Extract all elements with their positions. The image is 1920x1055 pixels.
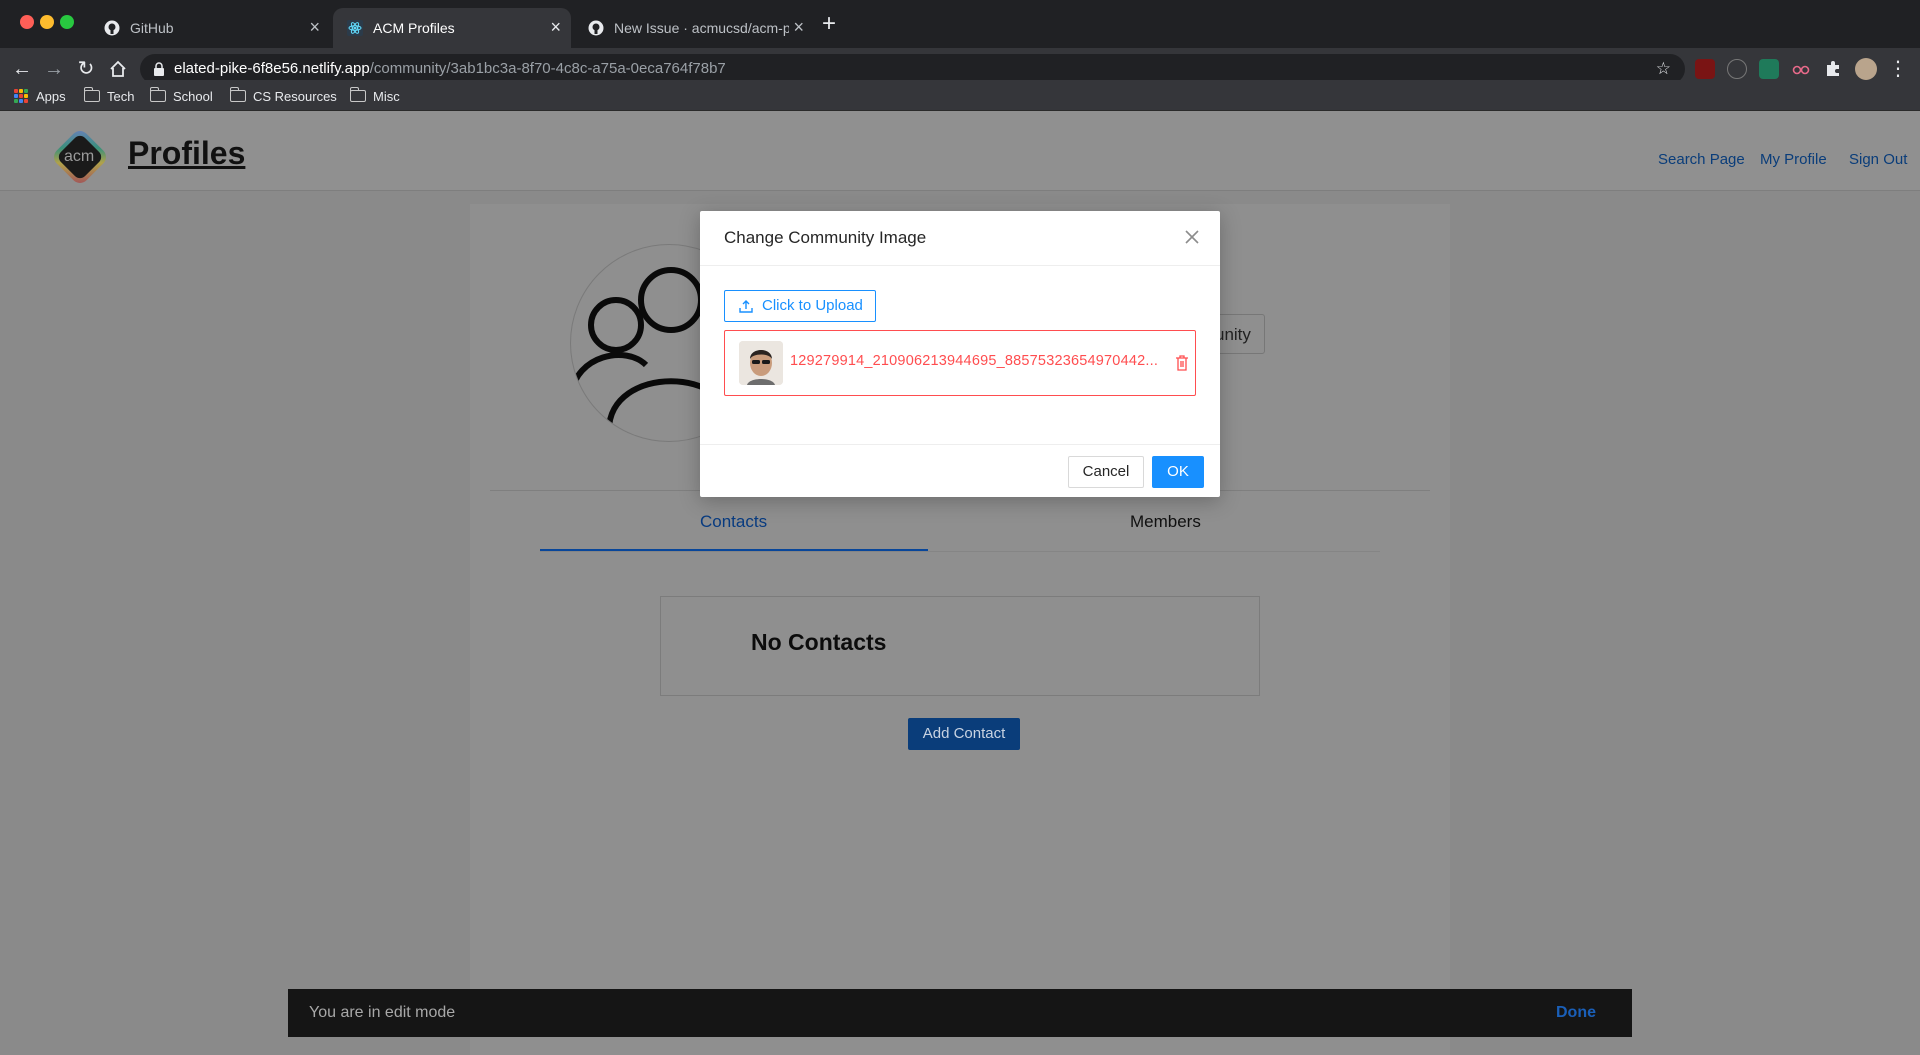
- community-action-label: unity: [1215, 325, 1251, 344]
- home-icon[interactable]: [106, 57, 130, 81]
- logo-text: acm: [64, 148, 95, 165]
- minimize-window-button[interactable]: [40, 15, 54, 29]
- bookmark-school[interactable]: School: [149, 86, 213, 106]
- edit-mode-message: You are in edit mode: [309, 1004, 456, 1021]
- bookmarks-bar: Apps Tech School CS Resources Misc: [0, 80, 1920, 111]
- folder-icon: [229, 87, 246, 102]
- folder-icon: [83, 87, 100, 102]
- bookmark-cs-resources[interactable]: CS Resources: [229, 86, 337, 106]
- info-extension-icon[interactable]: [1727, 59, 1747, 79]
- file-thumbnail[interactable]: [739, 341, 783, 385]
- url-host: elated-pike-6f8e56.netlify.app: [174, 60, 370, 77]
- bookmark-label: School: [173, 88, 213, 104]
- bookmark-label: Apps: [36, 88, 66, 104]
- s-extension-icon[interactable]: [1759, 59, 1779, 79]
- upload-icon: [739, 300, 753, 313]
- nav-search-page[interactable]: Search Page: [1658, 151, 1745, 168]
- browser-tab-strip: GitHub × ACM Profiles × New Issue · acmu…: [0, 0, 1920, 48]
- back-icon[interactable]: ←: [10, 57, 34, 81]
- modal-header: Change Community Image: [700, 211, 1220, 266]
- ok-button[interactable]: OK: [1152, 456, 1204, 488]
- uploaded-file-item: 129279914_210906213944695_88575323654970…: [724, 330, 1196, 396]
- folder-icon: [149, 87, 166, 102]
- tab-title: ACM Profiles: [373, 20, 455, 36]
- bookmark-apps[interactable]: Apps: [14, 86, 66, 106]
- url-path: /community/3ab1bc3a-8f70-4c8c-a75a-0eca7…: [369, 60, 726, 77]
- glasses-extension-icon[interactable]: [1791, 59, 1811, 79]
- site-header: acm Profiles Search Page My Profile Sign…: [0, 111, 1920, 191]
- active-tab-indicator: [540, 549, 928, 551]
- forward-icon[interactable]: →: [42, 57, 66, 81]
- lock-icon: [154, 62, 164, 76]
- click-to-upload-button[interactable]: Click to Upload: [724, 290, 876, 322]
- browser-tab-new-issue[interactable]: New Issue · acmucsd/acm-prof ×: [574, 8, 814, 48]
- maximize-window-button[interactable]: [60, 15, 74, 29]
- modal-footer: Cancel OK: [700, 444, 1220, 497]
- puzzle-extensions-icon[interactable]: [1823, 59, 1843, 79]
- ublock-extension-icon[interactable]: [1695, 59, 1715, 79]
- delete-icon[interactable]: [1175, 355, 1189, 371]
- bookmark-label: CS Resources: [253, 88, 337, 104]
- tab-title: New Issue · acmucsd/acm-prof: [614, 20, 789, 36]
- apps-grid-icon: [14, 89, 28, 103]
- new-tab-icon[interactable]: +: [822, 12, 836, 36]
- github-icon: [588, 20, 604, 36]
- tab-contacts[interactable]: Contacts: [700, 512, 767, 532]
- upload-label: Click to Upload: [762, 297, 863, 314]
- cancel-button[interactable]: Cancel: [1068, 456, 1144, 488]
- browser-tab-acm-profiles[interactable]: ACM Profiles ×: [333, 8, 571, 48]
- done-button[interactable]: Done: [1556, 1004, 1596, 1022]
- change-image-modal: Change Community Image Click to Upload 1…: [700, 211, 1220, 497]
- modal-title: Change Community Image: [724, 228, 927, 247]
- bookmark-label: Tech: [107, 88, 135, 104]
- react-icon: [347, 20, 363, 36]
- tab-members[interactable]: Members: [1130, 512, 1201, 532]
- close-window-button[interactable]: [20, 15, 34, 29]
- close-icon[interactable]: [1184, 229, 1200, 245]
- file-name[interactable]: 129279914_210906213944695_88575323654970…: [790, 353, 1175, 369]
- browser-tab-github[interactable]: GitHub ×: [90, 8, 330, 48]
- reload-icon[interactable]: ↻: [74, 57, 98, 81]
- github-icon: [104, 20, 120, 36]
- bookmark-tech[interactable]: Tech: [83, 86, 135, 106]
- brand-title[interactable]: Profiles: [128, 135, 245, 172]
- close-icon[interactable]: ×: [793, 18, 804, 36]
- empty-contacts-message: No Contacts: [751, 629, 887, 655]
- close-icon[interactable]: ×: [550, 18, 561, 36]
- bookmark-misc[interactable]: Misc: [349, 86, 400, 106]
- bookmark-label: Misc: [373, 88, 400, 104]
- edit-mode-bar: You are in edit mode Done: [288, 989, 1632, 1037]
- menu-kebab-icon[interactable]: ⋮: [1886, 57, 1910, 81]
- close-icon[interactable]: ×: [309, 18, 320, 36]
- profile-avatar[interactable]: [1855, 58, 1877, 80]
- folder-icon: [349, 87, 366, 102]
- nav-my-profile[interactable]: My Profile: [1760, 151, 1827, 168]
- contacts-members-tabs: Contacts Members: [540, 512, 1380, 552]
- contacts-card: No Contacts: [660, 596, 1260, 696]
- nav-sign-out[interactable]: Sign Out: [1849, 151, 1907, 168]
- tab-title: GitHub: [130, 20, 174, 36]
- add-contact-button[interactable]: Add Contact: [908, 718, 1020, 750]
